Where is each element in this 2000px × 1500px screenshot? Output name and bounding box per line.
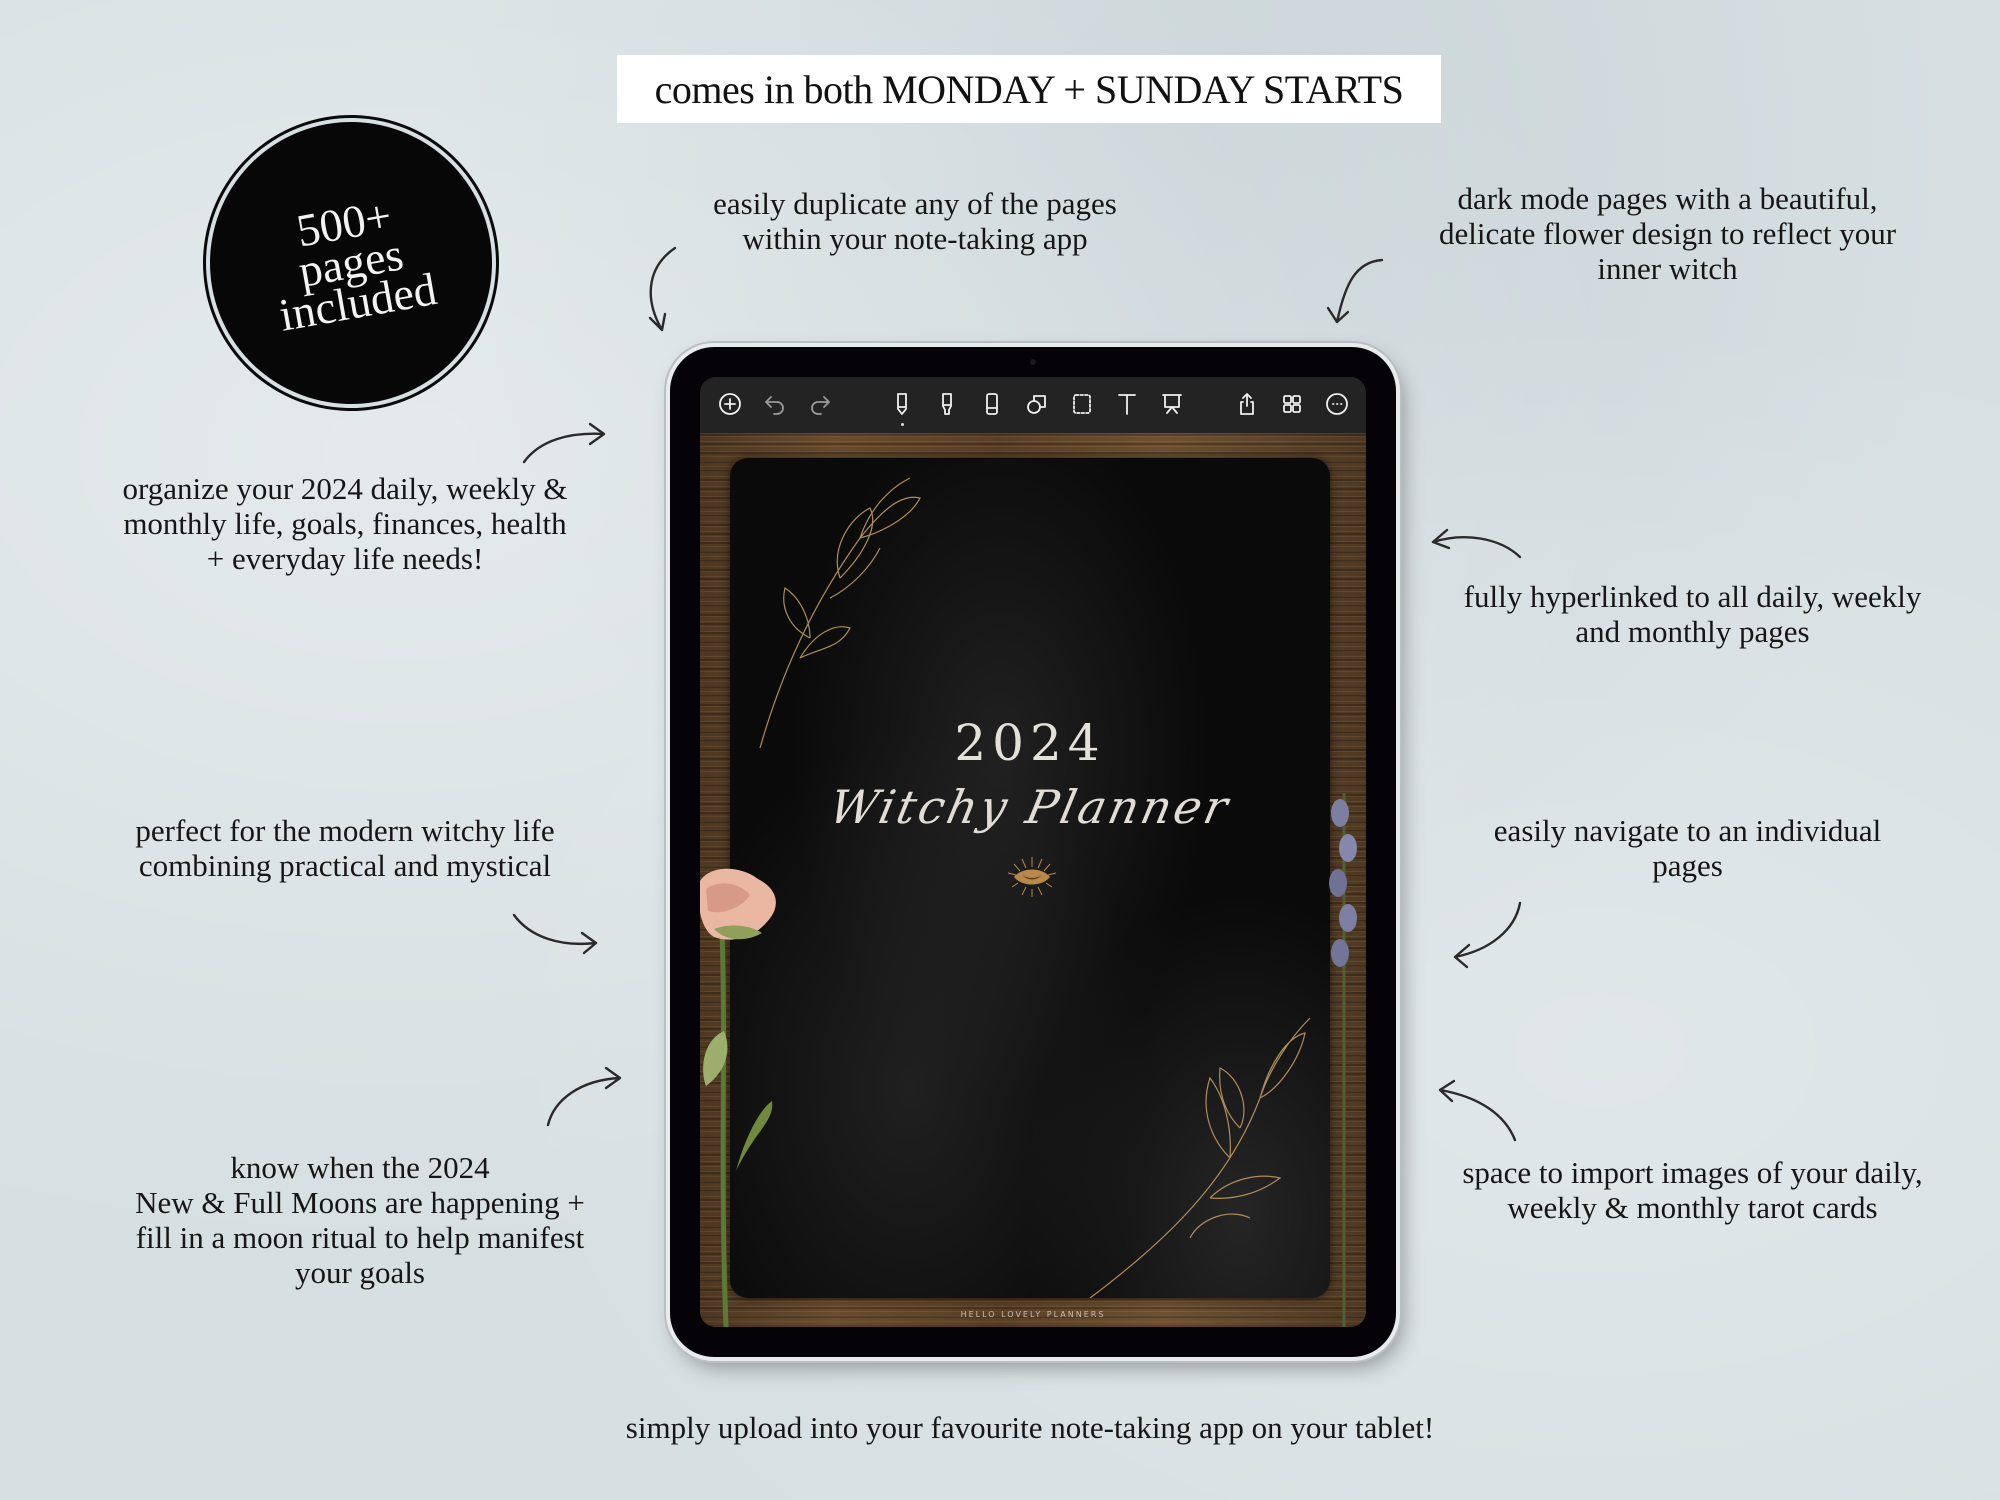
feature-dark-mode: dark mode pages with a beautiful, delica…: [1400, 181, 1935, 286]
floral-line-art-bottom-icon: [1089, 1017, 1311, 1298]
banner-text: comes in both MONDAY + SUNDAY STARTS: [654, 66, 1404, 112]
planner-cover-page[interactable]: 2024 Witchy Planner: [730, 458, 1330, 1298]
camera-icon: [1030, 359, 1036, 365]
lasso-select-icon: [1073, 394, 1091, 414]
feature-upload: simply upload into your favourite note-t…: [500, 1410, 1560, 1445]
tablet-device: 2024 Witchy Planner HELLO LOVELY PLANNER…: [670, 347, 1396, 1357]
redo-button[interactable]: [805, 389, 835, 419]
pen-tool-button[interactable]: [887, 389, 917, 426]
feature-organize: organize your 2024 daily, weekly & month…: [80, 471, 610, 576]
redo-icon: [811, 396, 830, 415]
share-button[interactable]: [1232, 389, 1262, 419]
undo-button[interactable]: [760, 389, 790, 419]
presentation-icon: [1162, 394, 1182, 414]
lavender-sprig-icon: [1329, 793, 1357, 1327]
arrow-dark-mode-icon: [1326, 258, 1384, 324]
shapes-icon: [1027, 395, 1046, 414]
arrow-moons-icon: [546, 1066, 622, 1127]
feature-line: fill in a moon ritual to help manifest: [135, 1220, 585, 1255]
feature-line: know when the 2024: [230, 1150, 490, 1185]
feature-line: pages: [1652, 848, 1723, 883]
arrow-duplicate-icon: [648, 246, 677, 332]
arrow-navigate-icon: [1453, 901, 1522, 969]
cover-title: Witchy Planner: [824, 780, 1236, 834]
pen-icon: [897, 393, 907, 415]
tablet-screen: 2024 Witchy Planner HELLO LOVELY PLANNER…: [700, 377, 1366, 1327]
starts-banner: comes in both MONDAY + SUNDAY STARTS: [617, 55, 1441, 123]
add-page-button[interactable]: [715, 389, 745, 419]
feature-line: fully hyperlinked to all daily, weekly: [1463, 579, 1922, 614]
eraser-tool-button[interactable]: [977, 389, 1007, 419]
presentation-button[interactable]: [1157, 389, 1187, 419]
feature-line: New & Full Moons are happening +: [135, 1185, 585, 1220]
feature-line: easily duplicate any of the pages: [713, 186, 1117, 221]
dried-rose-icon: [700, 868, 776, 1327]
brand-label: HELLO LOVELY PLANNERS: [960, 1310, 1106, 1319]
text-icon: [1118, 394, 1136, 415]
floral-line-art-top-icon: [759, 477, 921, 749]
feature-tarot: space to import images of your daily, we…: [1425, 1155, 1960, 1225]
feature-line: weekly & monthly tarot cards: [1507, 1190, 1878, 1225]
more-options-button[interactable]: [1322, 389, 1352, 419]
arrow-modern-icon: [512, 913, 598, 955]
feature-navigate: easily navigate to an individual pages: [1440, 813, 1935, 883]
feature-line: easily navigate to an individual: [1493, 813, 1882, 848]
lasso-tool-button[interactable]: [1067, 389, 1097, 419]
plus-circle-icon: [719, 393, 741, 415]
feature-line: your goals: [294, 1255, 425, 1290]
feature-line: dark mode pages with a beautiful,: [1457, 181, 1878, 216]
wood-background: 2024 Witchy Planner HELLO LOVELY PLANNER…: [700, 433, 1366, 1327]
eraser-icon: [986, 393, 998, 415]
notes-app-toolbar: [700, 377, 1366, 433]
text-tool-button[interactable]: [1112, 389, 1142, 419]
feature-line: delicate flower design to reflect your: [1438, 216, 1897, 251]
shapes-tool-button[interactable]: [1022, 389, 1052, 419]
highlighter-tool-button[interactable]: [932, 389, 962, 419]
arrow-organize-icon: [522, 422, 606, 464]
feature-line: perfect for the modern witchy life: [135, 813, 555, 848]
feature-line: + everyday life needs!: [206, 541, 484, 576]
undo-icon: [765, 396, 784, 415]
share-icon: [1240, 393, 1254, 415]
feature-hyperlinked: fully hyperlinked to all daily, weekly a…: [1430, 579, 1955, 649]
feature-line: simply upload into your favourite note-t…: [625, 1410, 1435, 1445]
active-tool-indicator: [901, 423, 904, 426]
pages-count-badge: 500+ pages included: [187, 99, 515, 427]
arrow-tarot-icon: [1438, 1079, 1517, 1142]
feature-line: organize your 2024 daily, weekly &: [122, 471, 568, 506]
feature-line: space to import images of your daily,: [1462, 1155, 1923, 1190]
grid-icon: [1283, 395, 1301, 413]
feature-moons: know when the 2024 New & Full Moons are …: [100, 1150, 620, 1290]
cover-year: 2024: [954, 714, 1106, 772]
more-icon: [1326, 393, 1348, 415]
feature-line: and monthly pages: [1575, 614, 1810, 649]
feature-line: monthly life, goals, finances, health: [123, 506, 567, 541]
feature-duplicate: easily duplicate any of the pages within…: [650, 186, 1180, 256]
feature-line: combining practical and mystical: [138, 848, 552, 883]
arrow-hyperlinked-icon: [1431, 528, 1522, 559]
eye-emblem-icon: [1007, 857, 1057, 897]
page-grid-button[interactable]: [1277, 389, 1307, 419]
highlighter-icon: [942, 393, 952, 415]
feature-line: within your note-taking app: [742, 221, 1088, 256]
feature-line: inner witch: [1597, 251, 1738, 286]
feature-modern: perfect for the modern witchy life combi…: [90, 813, 600, 883]
